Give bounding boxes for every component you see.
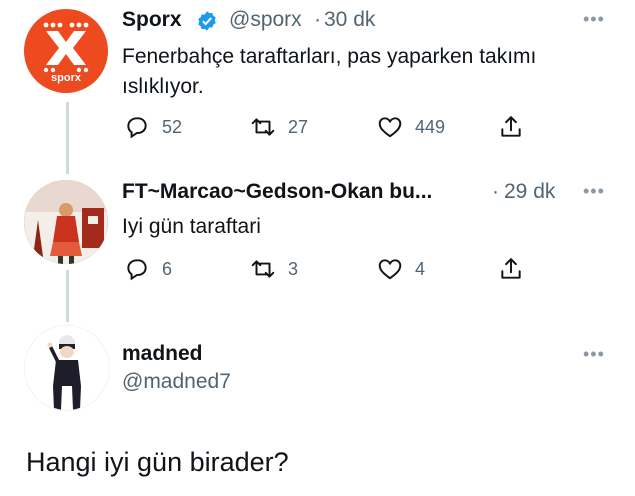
retweet-count: 3 xyxy=(288,258,299,279)
thread-line-1 xyxy=(66,102,69,174)
tweet-text: Fenerbahçe taraftarları, pas yaparken ta… xyxy=(122,45,537,98)
reply-button[interactable]: 52 xyxy=(124,114,182,140)
like-count: 4 xyxy=(415,258,426,279)
share-icon xyxy=(501,116,521,137)
dot-separator: · xyxy=(492,180,499,203)
author-name[interactable]: Sporx xyxy=(122,8,182,32)
verified-badge-icon xyxy=(196,10,218,37)
sporx-logo-icon: sporx xyxy=(43,22,89,84)
retweet-icon xyxy=(251,260,275,278)
author-handle[interactable]: @sporx xyxy=(229,8,302,32)
avatar-sporx[interactable]: sporx xyxy=(24,9,108,93)
reply-icon xyxy=(127,259,147,281)
svg-text:sporx: sporx xyxy=(51,72,82,84)
reply-icon xyxy=(127,117,147,139)
more-icon[interactable]: ••• xyxy=(583,181,605,202)
reply-count: 6 xyxy=(162,258,173,279)
author-name[interactable]: FT~Marcao~Gedson-Okan bu... xyxy=(122,180,432,204)
avatar-photo-icon xyxy=(24,180,108,264)
retweet-button[interactable]: 27 xyxy=(250,114,308,140)
share-button[interactable] xyxy=(498,256,536,282)
author-name[interactable]: madned xyxy=(122,342,203,366)
more-icon[interactable]: ••• xyxy=(583,344,605,365)
heart-icon xyxy=(378,259,402,280)
share-icon xyxy=(501,258,521,279)
dot-separator: · xyxy=(314,8,321,31)
reply-button[interactable]: 6 xyxy=(124,256,172,282)
thread-line-2 xyxy=(66,270,69,322)
avatar-ft[interactable] xyxy=(24,180,108,264)
more-icon[interactable]: ••• xyxy=(583,9,605,30)
heart-icon xyxy=(378,117,402,138)
tweet-time[interactable]: 29 dk xyxy=(504,180,555,204)
tweet-text: Hangi iyi gün birader? xyxy=(26,447,289,477)
like-count: 449 xyxy=(415,116,446,137)
reply-count: 52 xyxy=(162,116,183,137)
tweet-text: Iyi gün taraftari xyxy=(122,215,261,238)
like-button[interactable]: 4 xyxy=(377,256,425,282)
tweet-time[interactable]: 30 dk xyxy=(324,8,375,32)
author-handle[interactable]: @madned7 xyxy=(122,370,231,394)
retweet-button[interactable]: 3 xyxy=(250,256,298,282)
avatar-madned[interactable] xyxy=(24,325,110,411)
retweet-count: 27 xyxy=(288,116,309,137)
retweet-icon xyxy=(251,118,275,136)
like-button[interactable]: 449 xyxy=(377,114,445,140)
share-button[interactable] xyxy=(498,114,536,140)
avatar-character-icon xyxy=(25,326,109,410)
